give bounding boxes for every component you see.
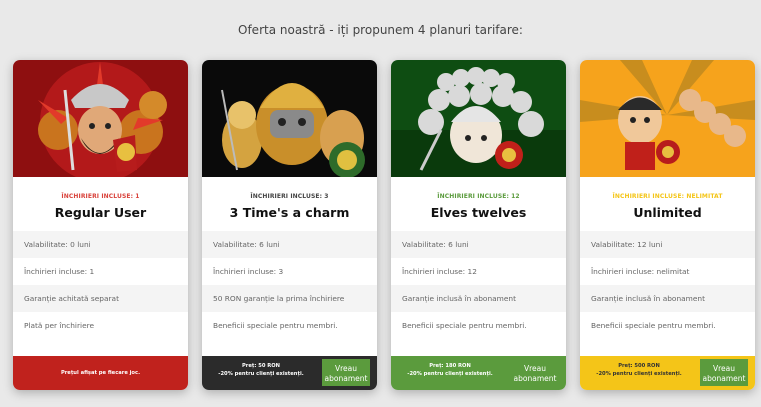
subscribe-button[interactable]: Vreau abonament <box>700 359 748 386</box>
plan-price-note: Preț: 50 RON -20% pentru clienți existen… <box>208 362 314 378</box>
plan-feature: Valabilitate: 0 luni <box>13 231 188 258</box>
plan-feature: Beneficii speciale pentru membri. <box>591 321 716 330</box>
plan-badge: ÎNCHIRIERI INCLUSE: 12 <box>437 193 520 200</box>
plan-price: Preț: 500 RON <box>618 363 660 369</box>
plan-feature: Garanție achitată separat <box>13 285 188 312</box>
plan-feature: Închirieri incluse: 12 <box>402 267 477 276</box>
plan-discount: -20% pentru clienți existenți. <box>407 371 493 377</box>
plan-feature: Beneficii speciale pentru membri. <box>213 321 338 330</box>
plan-feature: Închirieri incluse: 3 <box>213 267 284 276</box>
plan-title: Regular User <box>54 205 147 220</box>
plan-image-elves <box>391 60 566 177</box>
plan-badge: ÎNCHIRIERI INCLUSE: 1 <box>61 193 140 200</box>
plan-footer: Preț: 500 RON -20% pentru clienți existe… <box>580 356 755 390</box>
plan-footer: Preț: 50 RON -20% pentru clienți existen… <box>202 356 377 390</box>
plan-discount: -20% pentru clienți existenți. <box>596 371 682 377</box>
plan-price: Preț: 180 RON <box>429 363 471 369</box>
plan-feature: Valabilitate: 12 luni <box>580 231 755 258</box>
plan-feature: Valabilitate: 6 luni <box>391 231 566 258</box>
plan-feature: Închirieri incluse: nelimitat <box>591 267 690 276</box>
plan-price-note: Preț: 500 RON -20% pentru clienți existe… <box>586 362 692 378</box>
plan-badge: ÎNCHIRIERI INCLUSE: NELIMITAT <box>612 193 723 200</box>
plan-footer: Prețul afișat pe fiecare joc. <box>13 356 188 390</box>
plan-feature: Garanție inclusă în abonament <box>580 285 755 312</box>
subscribe-button[interactable]: Vreau abonament <box>322 359 370 386</box>
offer-heading: Oferta noastră - iți propunem 4 planuri … <box>238 23 523 37</box>
plan-feature: Garanție inclusă în abonament <box>391 285 566 312</box>
plan-image-warrior <box>13 60 188 177</box>
plan-card-regular-user: ÎNCHIRIERI INCLUSE: 1 Regular User Valab… <box>13 60 188 390</box>
plan-discount: -20% pentru clienți existenți. <box>218 371 304 377</box>
plan-image-knights <box>202 60 377 177</box>
plan-title: 3 Time's a charm <box>229 205 350 220</box>
plan-price-note: Prețul afișat pe fiecare joc. <box>60 370 141 376</box>
plan-feature: Închirieri incluse: 1 <box>24 267 95 276</box>
plan-card-unlimited: ÎNCHIRIERI INCLUSE: NELIMITAT Unlimited … <box>580 60 755 390</box>
plan-price-note: Preț: 180 RON -20% pentru clienți existe… <box>397 362 503 378</box>
plan-card-3-times: ÎNCHIRIERI INCLUSE: 3 3 Time's a charm V… <box>202 60 377 390</box>
plan-badge: ÎNCHIRIERI INCLUSE: 3 <box>250 193 329 200</box>
plan-card-elves-twelves: ÎNCHIRIERI INCLUSE: 12 Elves twelves Val… <box>391 60 566 390</box>
plan-feature: Plată per închiriere <box>24 321 95 330</box>
plan-feature: Valabilitate: 6 luni <box>202 231 377 258</box>
plan-price: Preț: 50 RON <box>241 363 280 369</box>
subscribe-button[interactable]: Vreau abonament <box>511 359 559 386</box>
plan-feature: 50 RON garanție la prima închiriere <box>202 285 377 312</box>
plan-title: Elves twelves <box>430 205 527 220</box>
plan-footer: Preț: 180 RON -20% pentru clienți existe… <box>391 356 566 390</box>
plan-title: Unlimited <box>633 205 702 220</box>
plan-image-soldiers <box>580 60 755 177</box>
plan-feature: Beneficii speciale pentru membri. <box>402 321 527 330</box>
